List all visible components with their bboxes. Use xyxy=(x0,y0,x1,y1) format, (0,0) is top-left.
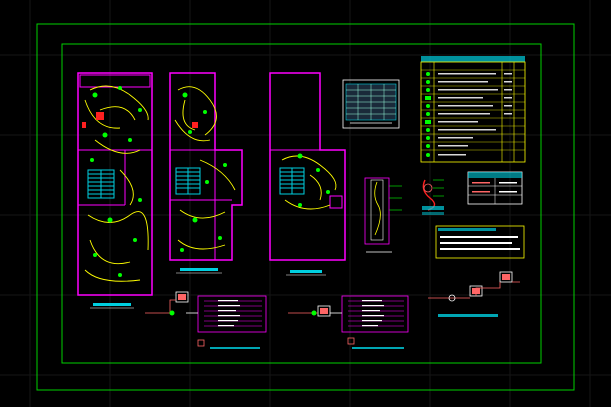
panel-schedule-1[interactable] xyxy=(145,291,267,349)
plan-2-caption xyxy=(180,268,218,271)
load-summary-table[interactable] xyxy=(467,171,523,205)
panel-2 xyxy=(192,122,198,128)
plan-1-caption xyxy=(93,303,131,306)
stairs-2 xyxy=(175,167,201,195)
circuit-table[interactable] xyxy=(342,79,400,129)
stairs-3 xyxy=(279,167,305,195)
general-notes-box[interactable] xyxy=(435,225,525,259)
symbol-legend[interactable] xyxy=(420,56,526,163)
wiring-3 xyxy=(281,155,337,210)
wiring-1 xyxy=(84,85,149,282)
cad-drawing-canvas[interactable] xyxy=(0,0,611,407)
floor-plan-3[interactable] xyxy=(269,72,346,276)
panel-schedule-2[interactable] xyxy=(288,295,409,349)
floor-plan-2[interactable] xyxy=(169,72,243,274)
floor-plan-1[interactable] xyxy=(77,72,153,309)
meter-detail[interactable] xyxy=(422,179,444,215)
panel-1 xyxy=(82,112,104,128)
plan-3-caption xyxy=(290,270,322,273)
sheet-outer-frame xyxy=(36,23,575,391)
